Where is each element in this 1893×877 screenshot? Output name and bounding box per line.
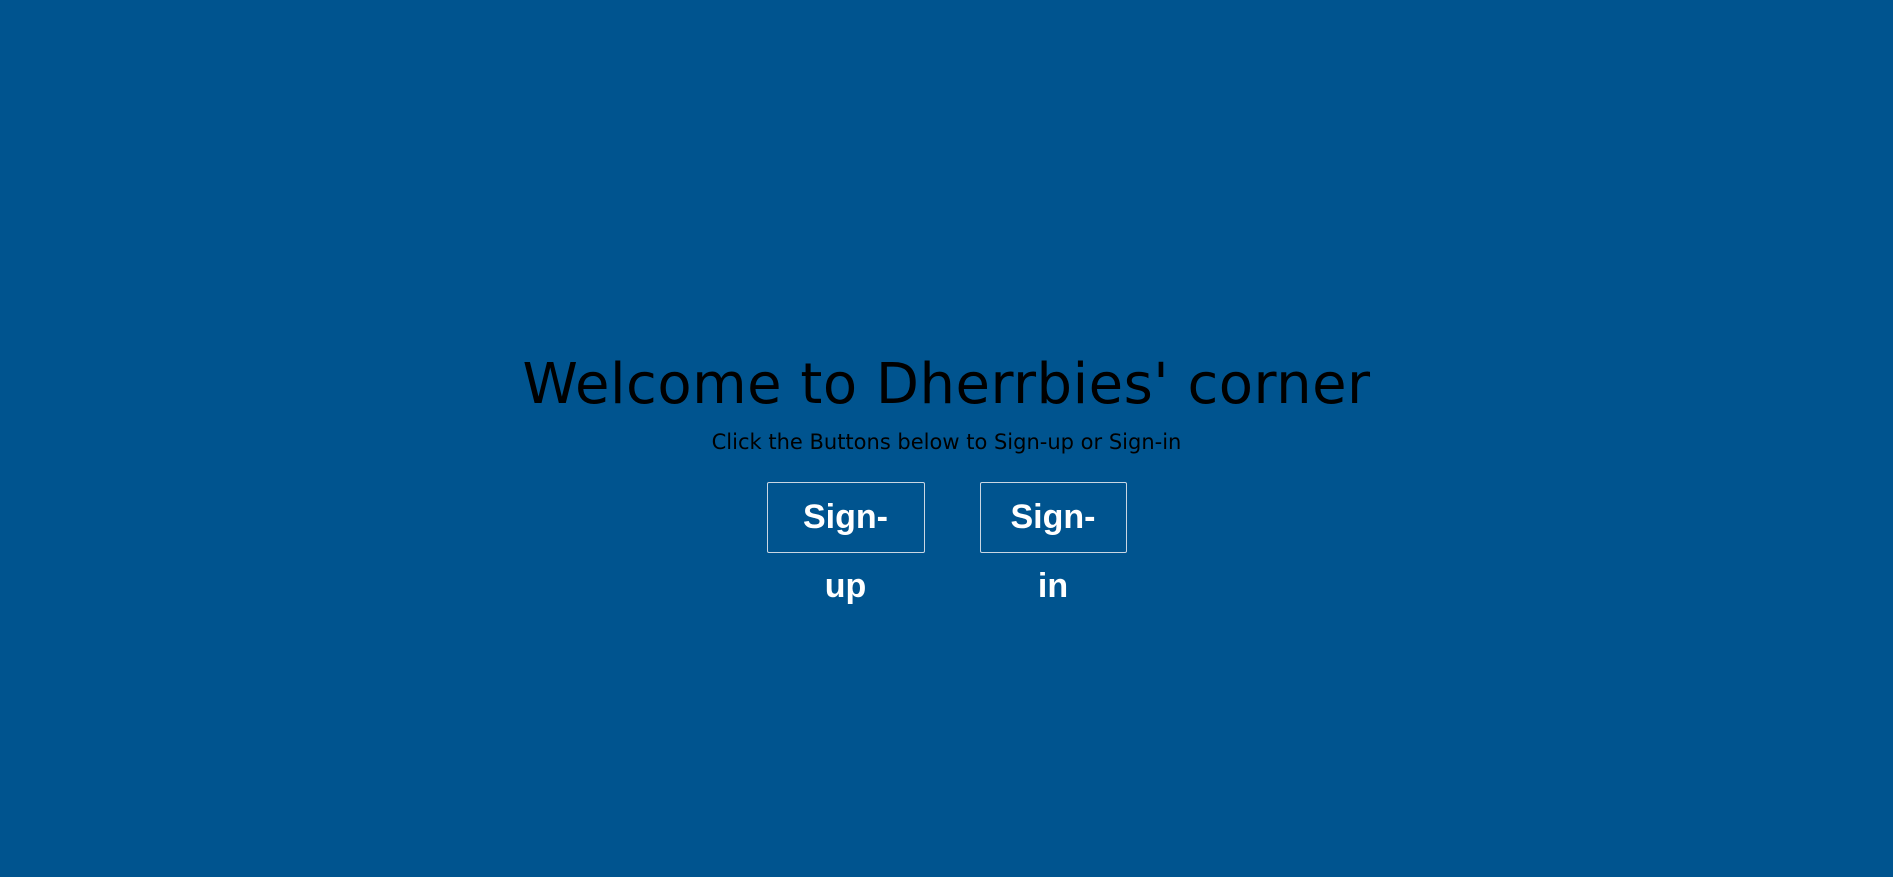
sign-in-button[interactable]: Sign-in: [979, 482, 1127, 605]
welcome-screen: Welcome to Dherrbies' corner Click the B…: [0, 0, 1893, 877]
sign-up-button[interactable]: Sign-up: [766, 482, 925, 605]
hero-section: Welcome to Dherrbies' corner Click the B…: [0, 348, 1893, 605]
page-subtitle: Click the Buttons below to Sign-up or Si…: [711, 430, 1182, 454]
page-title: Welcome to Dherrbies' corner: [522, 352, 1371, 417]
auth-actions: Sign-up Sign-in: [0, 482, 1893, 605]
